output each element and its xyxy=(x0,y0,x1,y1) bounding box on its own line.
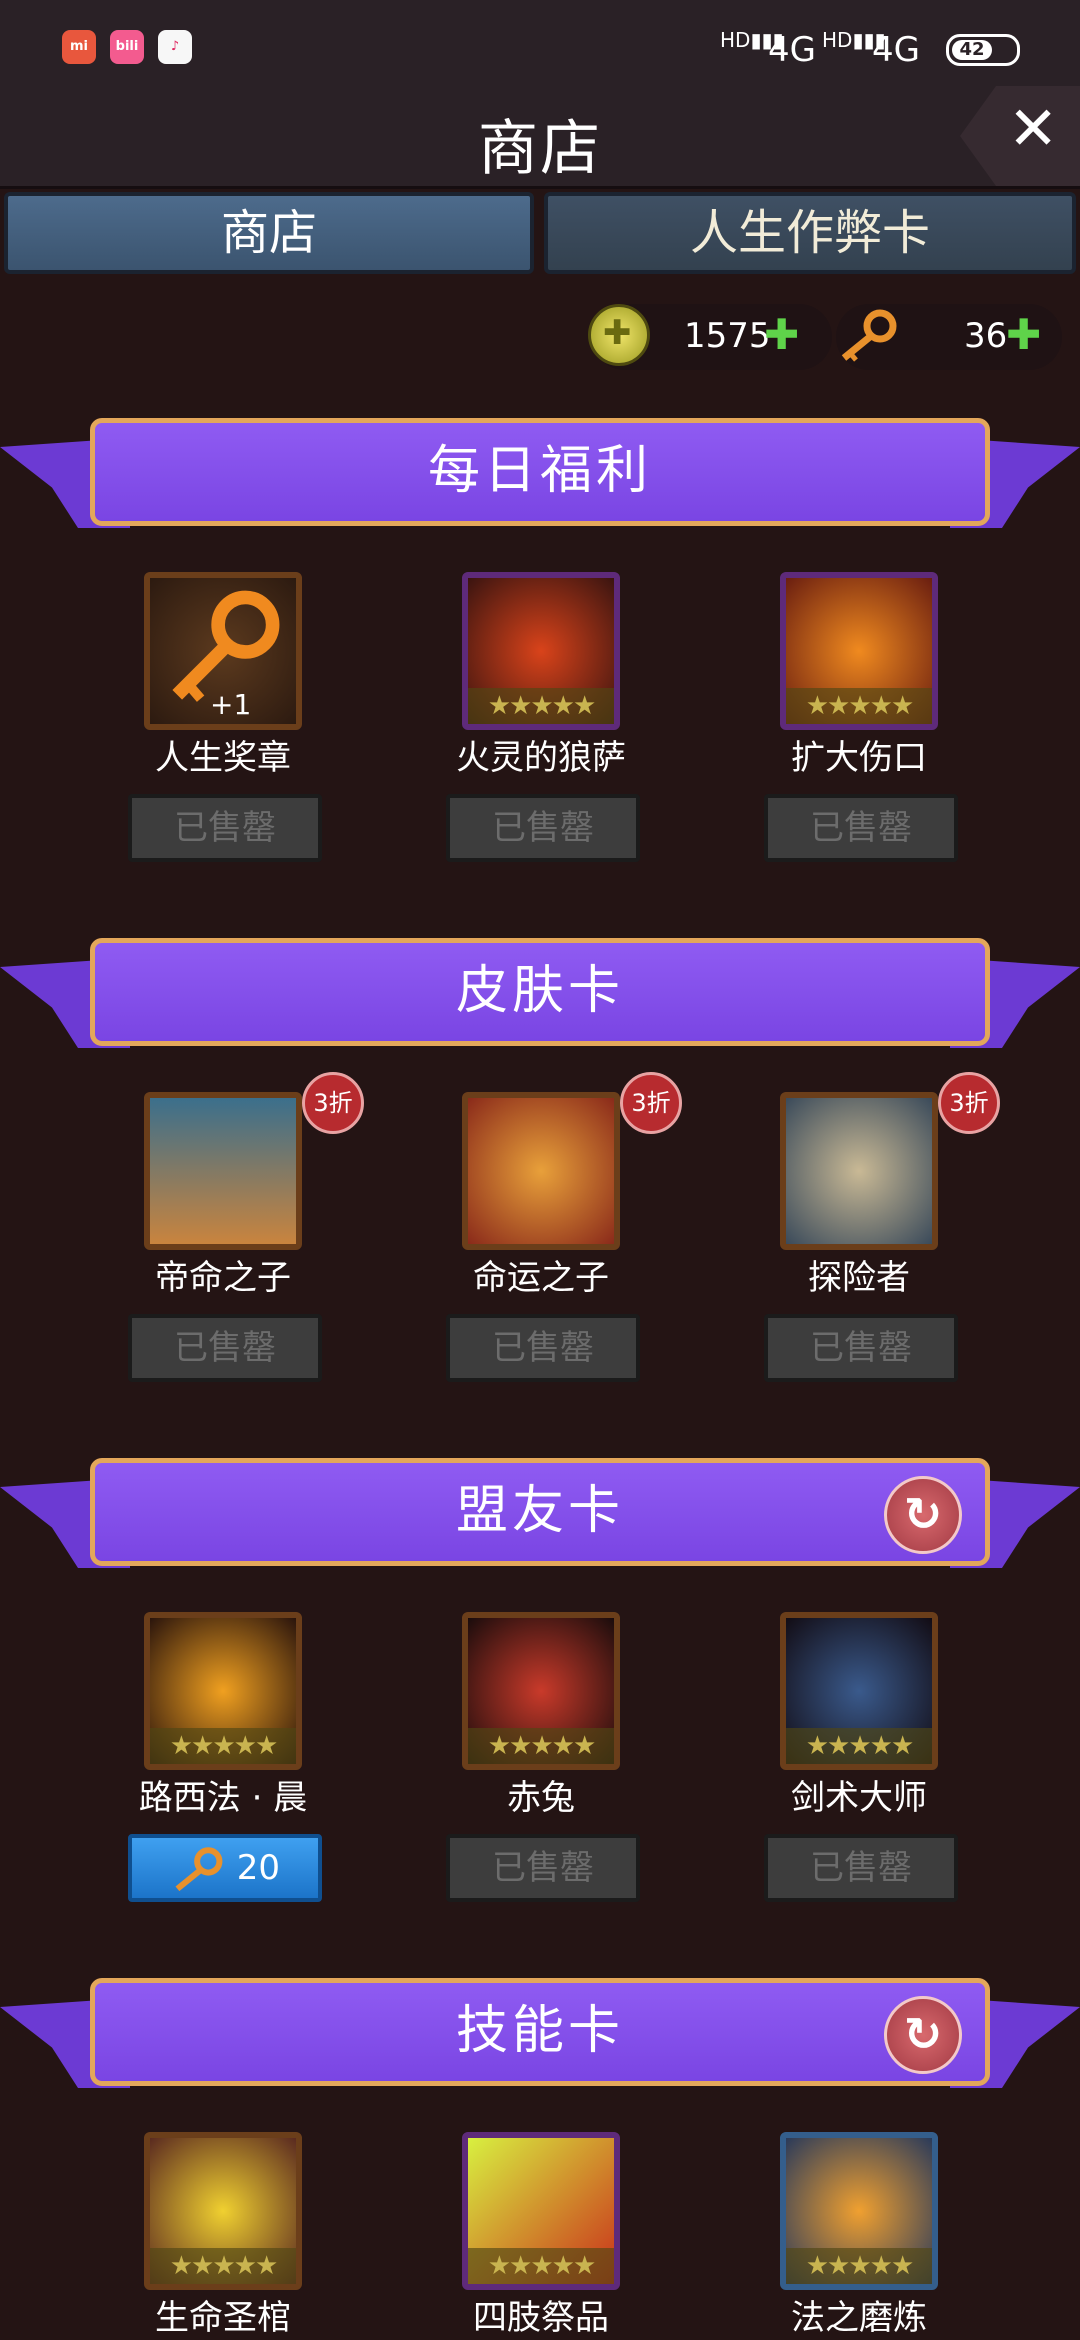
item-name: 探险者 xyxy=(808,1258,910,1298)
tiktok-app-icon: ♪ xyxy=(158,30,192,64)
mi-app-icon: mi xyxy=(62,30,96,64)
item-name: 剑术大师 xyxy=(791,1778,927,1818)
add-coins-button[interactable]: ✚ xyxy=(764,310,799,359)
section-title: 每日福利 xyxy=(90,418,990,526)
item-name: 火灵的狼萨 xyxy=(456,738,626,778)
refresh-button[interactable]: ↻ xyxy=(884,1476,962,1554)
item-stars: ★★★★★ xyxy=(468,688,614,724)
item-name: 法之磨炼 xyxy=(791,2298,927,2338)
item-stars: ★★★★★ xyxy=(150,1728,296,1764)
item-image: ★★★★★ xyxy=(144,1612,302,1770)
item-stars: ★★★★★ xyxy=(468,2248,614,2284)
item-image: ★★★★★ xyxy=(780,2132,938,2290)
section-title: 皮肤卡 xyxy=(90,938,990,1046)
buy-with-keys-button[interactable]: 20 xyxy=(128,1834,322,1902)
sold-out-button[interactable]: 已售罄 xyxy=(446,1834,640,1902)
section-title: 盟友卡 xyxy=(90,1458,990,1566)
tab-cheat-cards[interactable]: 人生作弊卡 xyxy=(544,192,1076,274)
item-name: 人生奖章 xyxy=(155,738,291,778)
discount-badge: 3折 xyxy=(938,1072,1000,1134)
section-banner-skills: 技能卡 ↻ xyxy=(0,1978,1080,2108)
sold-out-button[interactable]: 已售罄 xyxy=(764,1314,958,1382)
item-name: 四肢祭品 xyxy=(473,2298,609,2338)
section-banner-skins: 皮肤卡 xyxy=(0,938,1080,1068)
key-balance: 36 ✚ xyxy=(836,304,1062,370)
item-image xyxy=(462,1092,620,1250)
item-image: ★★★★★ xyxy=(780,1612,938,1770)
section-banner-daily: 每日福利 xyxy=(0,418,1080,548)
coin-icon xyxy=(588,304,650,366)
status-bar: mi bili ♪ HD▮▮▮ 4G HD▮▮▮ 4G 42 xyxy=(0,0,1080,86)
discount-badge: 3折 xyxy=(620,1072,682,1134)
coin-balance: 1575 ✚ xyxy=(588,304,832,370)
item-name: 帝命之子 xyxy=(155,1258,291,1298)
sold-out-button[interactable]: 已售罄 xyxy=(446,794,640,862)
discount-badge: 3折 xyxy=(302,1072,364,1134)
sold-out-button[interactable]: 已售罄 xyxy=(446,1314,640,1382)
refresh-button[interactable]: ↻ xyxy=(884,1996,962,2074)
item-image: +1 xyxy=(144,572,302,730)
item-name: 扩大伤口 xyxy=(791,738,927,778)
item-image: ★★★★★ xyxy=(462,1612,620,1770)
item-image: ★★★★★ xyxy=(144,2132,302,2290)
item-stars: ★★★★★ xyxy=(150,2248,296,2284)
item-name: 生命圣棺 xyxy=(155,2298,291,2338)
battery-icon: 42 xyxy=(946,34,1020,66)
section-title: 技能卡 xyxy=(90,1978,990,2086)
coin-value: 1575 xyxy=(684,316,771,356)
item-stars: ★★★★★ xyxy=(786,688,932,724)
item-image: ★★★★★ xyxy=(780,572,938,730)
section-banner-allies: 盟友卡 ↻ xyxy=(0,1458,1080,1588)
add-keys-button[interactable]: ✚ xyxy=(1006,310,1041,359)
network-label-1: 4G xyxy=(768,30,816,70)
key-icon xyxy=(841,309,897,362)
item-quantity: +1 xyxy=(210,688,252,721)
sold-out-button[interactable]: 已售罄 xyxy=(128,1314,322,1382)
item-name: 命运之子 xyxy=(473,1258,609,1298)
item-image: ★★★★★ xyxy=(462,572,620,730)
item-stars: ★★★★★ xyxy=(786,1728,932,1764)
item-image xyxy=(780,1092,938,1250)
item-image: ★★★★★ xyxy=(462,2132,620,2290)
item-stars: ★★★★★ xyxy=(468,1728,614,1764)
key-value: 36 xyxy=(964,316,1008,356)
refresh-icon: ↻ xyxy=(903,1487,943,1541)
price-value: 20 xyxy=(236,1848,281,1888)
network-label-2: 4G xyxy=(872,30,920,70)
header: 商店 ✕ xyxy=(0,86,1080,189)
item-stars: ★★★★★ xyxy=(786,2248,932,2284)
sold-out-button[interactable]: 已售罄 xyxy=(128,794,322,862)
item-name: 路西法 · 晨 xyxy=(138,1778,308,1818)
bilibili-app-icon: bili xyxy=(110,30,144,64)
close-icon: ✕ xyxy=(1008,94,1059,164)
tab-shop[interactable]: 商店 xyxy=(4,192,534,274)
page-title: 商店 xyxy=(478,114,602,184)
sold-out-button[interactable]: 已售罄 xyxy=(764,794,958,862)
key-icon xyxy=(175,1846,223,1891)
item-image xyxy=(144,1092,302,1250)
refresh-icon: ↻ xyxy=(903,2007,943,2061)
sold-out-button[interactable]: 已售罄 xyxy=(764,1834,958,1902)
item-name: 赤兔 xyxy=(507,1778,575,1818)
battery-level: 42 xyxy=(952,40,992,60)
